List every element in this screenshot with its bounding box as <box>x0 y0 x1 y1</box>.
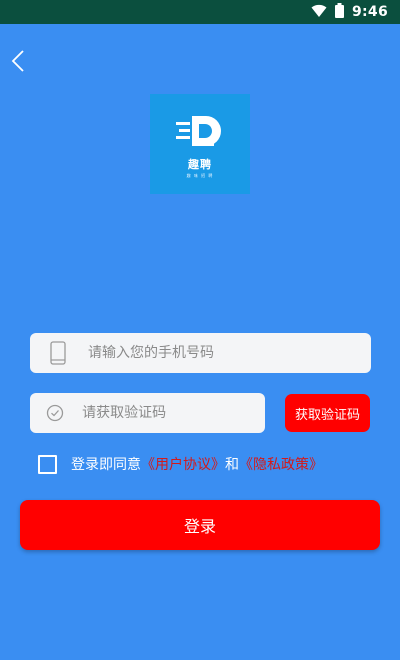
phone-field <box>30 333 371 373</box>
check-circle-icon <box>46 401 64 425</box>
status-icons: 9:46 <box>311 0 388 24</box>
status-time: 9:46 <box>351 4 388 20</box>
agreement-prefix: 登录即同意 <box>71 457 141 473</box>
phone-input[interactable] <box>86 344 330 362</box>
battery-icon <box>334 2 344 22</box>
chevron-left-icon <box>11 50 25 76</box>
wifi-icon <box>311 3 327 22</box>
privacy-policy-link[interactable]: 《隐私政策》 <box>239 454 323 474</box>
user-agreement-link[interactable]: 《用户协议》 <box>141 454 225 474</box>
app-logo: 趣聘 趣 味 招 聘 <box>150 94 250 194</box>
mobile-phone-icon <box>46 341 70 365</box>
login-button[interactable]: 登录 <box>20 500 380 550</box>
get-code-button[interactable]: 获取验证码 <box>285 394 370 432</box>
agreement-and: 和 <box>225 457 239 473</box>
logo-subtitle: 趣 味 招 聘 <box>186 173 214 178</box>
back-button[interactable] <box>4 48 32 78</box>
logo-mark-icon <box>176 116 221 146</box>
status-bar: 9:46 <box>0 0 400 24</box>
code-field <box>30 393 265 433</box>
logo-text: 趣聘 <box>188 158 212 171</box>
code-input[interactable] <box>80 404 265 422</box>
agree-checkbox[interactable] <box>38 454 57 474</box>
agreement-row: 登录即同意 《用户协议》 和 《隐私政策》 <box>38 453 323 475</box>
